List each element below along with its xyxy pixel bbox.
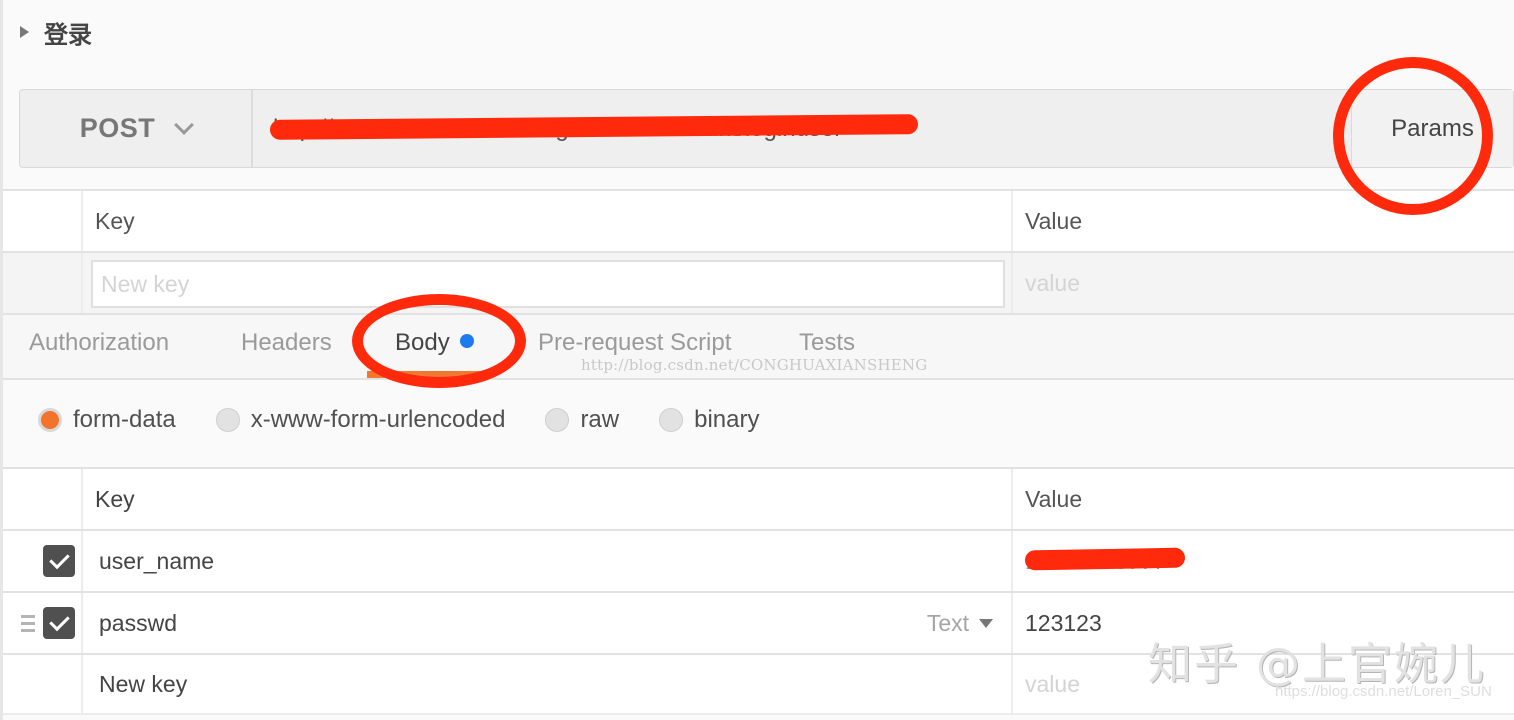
- key-cell[interactable]: user_name: [81, 531, 1011, 591]
- tab-tests[interactable]: Tests: [799, 329, 855, 357]
- url-input[interactable]: http://account-t211.zhenonghe.com/accoun…: [253, 90, 1351, 167]
- active-tab-underline: [367, 371, 487, 378]
- table-row: user_name 18851600777: [3, 529, 1514, 591]
- request-title-text: 登录: [44, 20, 92, 49]
- redaction-mark: [1024, 547, 1186, 571]
- watermark-csdn-url: https://blog.csdn.net/Loren_SUN: [1275, 683, 1492, 700]
- key-cell: New key: [81, 253, 1011, 313]
- key-cell[interactable]: passwd Text: [81, 593, 1011, 653]
- type-label: Text: [926, 609, 969, 636]
- method-dropdown[interactable]: POST: [20, 90, 253, 167]
- new-key-input[interactable]: New key: [81, 655, 1011, 713]
- method-label: POST: [79, 113, 156, 143]
- params-table: Key Value New key value: [3, 189, 1514, 313]
- caret-right-icon[interactable]: [20, 26, 29, 38]
- new-key-input[interactable]: New key: [91, 260, 1005, 308]
- radio-unselected-icon: [545, 408, 570, 432]
- row-checkbox[interactable]: [43, 545, 75, 577]
- modified-dot-icon: [459, 334, 474, 348]
- tab-body-label: Body: [395, 329, 450, 356]
- radio-label: raw: [580, 406, 620, 433]
- tab-pre-request-script[interactable]: Pre-request Script: [538, 329, 731, 357]
- tab-authorization[interactable]: Authorization: [29, 329, 169, 357]
- tab-headers[interactable]: Headers: [241, 329, 332, 357]
- gutter: [3, 655, 81, 713]
- request-tabs: Authorization Headers Body Pre-request S…: [3, 313, 1514, 380]
- key-header: Key: [81, 469, 1011, 529]
- gutter: [3, 531, 81, 591]
- body-header-row: Key Value: [3, 467, 1514, 529]
- tab-body[interactable]: Body: [395, 329, 474, 357]
- new-value-input[interactable]: value: [1011, 253, 1514, 313]
- params-button[interactable]: Params: [1351, 90, 1513, 167]
- radio-x-www-form-urlencoded[interactable]: x-www-form-urlencoded: [215, 406, 506, 434]
- value-cell[interactable]: 18851600777: [1011, 531, 1514, 591]
- url-bar: POST http://account-t211.zhenonghe.com/a…: [19, 89, 1514, 168]
- gutter: [3, 593, 81, 653]
- radio-raw[interactable]: raw: [545, 406, 619, 434]
- key-header: Key: [81, 191, 1011, 251]
- value-header: Value: [1011, 191, 1514, 251]
- caret-down-icon: [979, 618, 993, 628]
- value-header: Value: [1011, 469, 1514, 529]
- radio-unselected-icon: [215, 408, 240, 432]
- radio-binary[interactable]: binary: [659, 406, 759, 434]
- request-title[interactable]: 登录: [20, 14, 92, 50]
- gutter: [3, 191, 81, 251]
- radio-unselected-icon: [659, 408, 684, 432]
- body-type-selector: form-data x-www-form-urlencoded raw bina…: [38, 402, 799, 438]
- params-header-row: Key Value: [3, 189, 1514, 251]
- type-dropdown[interactable]: Text: [927, 610, 993, 637]
- gutter: [3, 469, 81, 529]
- drag-handle-icon[interactable]: [21, 614, 35, 632]
- radio-selected-icon: [38, 408, 62, 432]
- params-new-row: New key value: [3, 251, 1514, 313]
- key-text: passwd: [99, 609, 177, 636]
- watermark-csdn: http://blog.csdn.net/CONGHUAXIANSHENG: [581, 356, 928, 374]
- chevron-down-icon: [174, 114, 195, 135]
- radio-label: form-data: [73, 406, 176, 433]
- row-checkbox[interactable]: [43, 607, 75, 639]
- radio-label: x-www-form-urlencoded: [250, 406, 506, 433]
- radio-form-data[interactable]: form-data: [38, 406, 176, 434]
- gutter: [3, 253, 81, 313]
- radio-label: binary: [694, 406, 760, 433]
